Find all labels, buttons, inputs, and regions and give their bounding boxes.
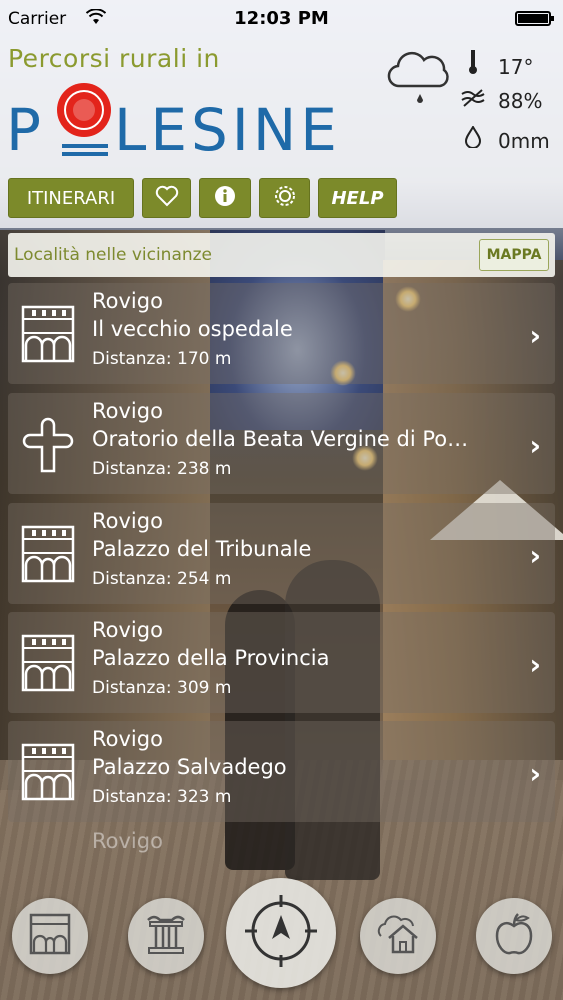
itinerari-button[interactable]: ITINERARI [8,178,134,218]
place-row-partial[interactable]: Rovigo [8,829,555,859]
place-row[interactable]: Rovigo Oratorio della Beata Vergine di P… [8,393,555,494]
compass-button[interactable] [226,878,336,988]
apple-tab-icon [494,912,534,960]
place-name: Oratorio della Beata Vergine di Pom... [92,427,477,451]
thermometer-icon [460,50,486,79]
place-name: Palazzo della Provincia [92,646,330,670]
info-button[interactable] [199,178,251,218]
humidity-value: 88% [498,89,543,113]
help-label: HELP [331,187,384,209]
place-city: Rovigo [92,727,163,751]
cross-icon [20,415,76,473]
place-distance: Distanza: 170 m [92,349,232,369]
place-city: Rovigo [92,289,163,313]
humidity-icon [460,88,486,113]
svg-text:P: P [6,96,41,164]
place-city: Rovigo [92,399,163,423]
rain-value: 0mm [498,129,550,153]
gear-icon [272,183,298,214]
palazzo-icon [20,525,76,583]
rain-row: 0mm [460,124,550,153]
place-city: Rovigo [92,618,163,642]
weather-widget: 17° 88% 0mm [386,46,556,156]
polesine-logo: P LESINE [6,82,337,170]
place-city: Rovigo [92,829,163,853]
map-button[interactable]: MAPPA [479,239,549,271]
house-tab-icon [375,912,421,960]
help-button[interactable]: HELP [318,178,397,218]
map-button-label: MAPPA [486,247,542,263]
chevron-right-icon: › [529,539,541,572]
heart-icon [155,185,179,212]
cloud-rain-icon [386,50,452,112]
place-row[interactable]: Rovigo Palazzo Salvadego Distanza: 323 m… [8,721,555,822]
nearby-header: Località nelle vicinanze MAPPA [8,233,555,277]
apple-tab-button[interactable] [476,898,552,974]
palazzo-icon [20,743,76,801]
svg-text:LESINE: LESINE [114,96,336,164]
place-name: Il vecchio ospedale [92,317,293,341]
place-distance: Distanza: 323 m [92,787,232,807]
info-icon [214,185,236,212]
place-name: Palazzo del Tribunale [92,537,312,561]
top-toolbar: ITINERARI HELP [8,178,555,218]
compass-tab-icon [241,891,321,975]
app-tagline: Percorsi rurali in [8,44,220,73]
place-distance: Distanza: 238 m [92,459,232,479]
place-row[interactable]: Rovigo Palazzo del Tribunale Distanza: 2… [8,503,555,604]
settings-button[interactable] [259,178,310,218]
clock: 12:03 PM [234,8,329,29]
temperature-value: 17° [498,55,534,79]
favorites-button[interactable] [142,178,191,218]
place-row[interactable]: Rovigo Palazzo della Provincia Distanza:… [8,612,555,713]
palazzo-icon [20,634,76,692]
chevron-right-icon: › [529,429,541,462]
place-name: Palazzo Salvadego [92,755,287,779]
temperature-row: 17° [460,50,533,79]
palazzo-tab-icon [28,912,72,960]
column-tab-icon [144,912,188,960]
chevron-right-icon: › [529,757,541,790]
humidity-row: 88% [460,88,542,113]
palazzo-tab-button[interactable] [12,898,88,974]
status-bar: Carrier 12:03 PM [0,0,563,38]
bottom-tab-bar [0,870,563,1000]
battery-icon [515,11,554,26]
palazzo-icon [20,305,76,363]
nearby-label: Località nelle vicinanze [14,245,213,265]
chevron-right-icon: › [529,319,541,352]
place-distance: Distanza: 309 m [92,678,232,698]
house-tab-button[interactable] [360,898,436,974]
place-city: Rovigo [92,509,163,533]
chevron-right-icon: › [529,648,541,681]
drop-icon [460,124,486,153]
place-row[interactable]: Rovigo Il vecchio ospedale Distanza: 170… [8,283,555,384]
place-distance: Distanza: 254 m [92,569,232,589]
itinerari-label: ITINERARI [26,187,116,209]
column-tab-button[interactable] [128,898,204,974]
